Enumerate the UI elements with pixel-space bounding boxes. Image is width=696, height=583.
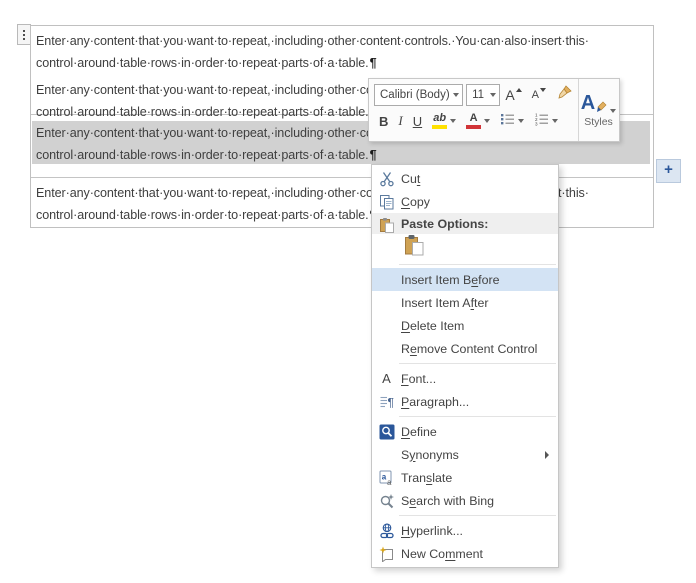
paragraph[interactable]: Enter·any·content·that·you·want·to·repea… <box>36 30 648 74</box>
menu-item-label: Remove Content Control <box>401 341 538 356</box>
menu-item-label: Hyperlink... <box>401 523 463 538</box>
menu-item-label: Synonyms <box>401 447 459 462</box>
context-menu: Cut Copy Paste Options: Insert Item Before I… <box>371 164 559 568</box>
paste-options-row <box>372 234 558 261</box>
menu-item-paragraph[interactable]: ¶ Paragraph... <box>372 390 558 413</box>
menu-item-label: New Comment <box>401 546 483 561</box>
menu-separator <box>399 515 556 516</box>
format-painter-button[interactable] <box>552 83 577 107</box>
paragraph-line: Enter·any·content·that·you·want·to·repea… <box>36 34 589 48</box>
bold-button[interactable]: B <box>375 109 392 133</box>
menu-item-remove-content-control[interactable]: Remove Content Control <box>372 337 558 360</box>
menu-item-insert-item-after[interactable]: Insert Item After <box>372 291 558 314</box>
menu-item-label: Delete Item <box>401 318 465 333</box>
menu-header-label: Paste Options: <box>401 216 489 231</box>
chevron-down-icon <box>518 119 525 123</box>
paste-keep-source-formatting-icon <box>404 234 425 261</box>
svg-text:a: a <box>387 478 392 486</box>
menu-separator <box>399 264 556 265</box>
bullet-list-icon <box>500 112 515 131</box>
menu-item-translate[interactable]: a a Translate <box>372 466 558 489</box>
font-size-value: 11 <box>472 89 485 101</box>
menu-separator <box>399 363 556 364</box>
format-painter-icon <box>556 84 573 106</box>
menu-item-label: Insert Item Before <box>401 272 500 287</box>
menu-item-label: Copy <box>401 194 430 209</box>
menu-item-label: Font... <box>401 371 437 386</box>
add-repeating-item-button[interactable]: + <box>656 159 681 183</box>
menu-item-label: Define <box>401 424 437 439</box>
pilcrow-mark: ¶ <box>369 56 377 70</box>
chevron-down-icon <box>453 93 460 97</box>
copy-icon <box>377 190 396 213</box>
menu-item-copy[interactable]: Copy <box>372 190 558 213</box>
define-icon <box>377 420 396 443</box>
hyperlink-icon <box>377 519 396 542</box>
pilcrow-mark: ¶ <box>369 148 377 162</box>
translate-icon: aa <box>377 466 396 489</box>
shrink-font-icon: A <box>531 89 539 101</box>
paragraph-line: control·around·table·rows·in·order·to·re… <box>36 148 377 162</box>
menu-item-cut[interactable]: Cut <box>372 167 558 190</box>
menu-item-font[interactable]: A Font... <box>372 367 558 390</box>
paragraph-line: control·around·table·rows·in·order·to·re… <box>36 56 377 70</box>
underline-button[interactable]: U <box>409 109 426 133</box>
content-control-handle[interactable] <box>17 24 31 45</box>
repeating-item-boundary <box>31 177 653 178</box>
paste-icon <box>377 213 396 236</box>
menu-item-delete-item[interactable]: Delete Item <box>372 314 558 337</box>
styles-button[interactable]: A Styles <box>578 79 618 141</box>
menu-item-insert-item-before[interactable]: Insert Item Before <box>372 268 558 291</box>
menu-item-search-with-bing[interactable]: Search with Bing <box>372 489 558 512</box>
shrink-font-button[interactable]: A <box>528 83 550 107</box>
font-color-button[interactable]: A <box>462 109 494 133</box>
menu-item-define[interactable]: Define <box>372 420 558 443</box>
highlighter-icon: ab <box>432 113 448 129</box>
text-highlight-color-button[interactable]: ab <box>428 109 460 133</box>
font-name-combobox[interactable]: Calibri (Body) <box>374 84 464 106</box>
chevron-down-icon <box>484 119 491 123</box>
svg-text:3: 3 <box>535 121 538 126</box>
chevron-down-icon <box>450 119 457 123</box>
menu-item-new-comment[interactable]: New Comment <box>372 542 558 565</box>
font-color-icon: A <box>466 113 482 129</box>
brush-icon <box>597 101 607 112</box>
menu-item-synonyms[interactable]: Synonyms <box>372 443 558 466</box>
scissors-icon <box>377 167 396 190</box>
italic-button[interactable]: I <box>394 109 406 133</box>
submenu-arrow-icon <box>545 450 549 459</box>
menu-item-hyperlink[interactable]: Hyperlink... <box>372 519 558 542</box>
font-size-combobox[interactable]: 11 <box>466 84 501 106</box>
mini-toolbar: Calibri (Body) 11 A A B I U ab A 1 2 3 A… <box>368 78 620 142</box>
menu-header-paste-options: Paste Options: <box>372 213 558 234</box>
font-name-value: Calibri (Body) <box>380 89 450 101</box>
menu-separator <box>399 416 556 417</box>
mini-toolbar-main: Calibri (Body) 11 A A B I U ab A 1 2 3 <box>369 79 578 141</box>
menu-item-label: Paragraph... <box>401 394 470 409</box>
menu-item-label: Search with Bing <box>401 493 494 508</box>
numbered-list-icon: 123 <box>534 112 549 131</box>
menu-item-label: Translate <box>401 470 453 485</box>
grow-font-icon: A <box>505 87 515 103</box>
font-icon: A <box>382 371 391 386</box>
grow-font-button[interactable]: A <box>501 83 525 107</box>
menu-item-label: Cut <box>401 171 421 186</box>
chevron-down-icon <box>490 93 497 97</box>
bullets-button[interactable] <box>496 109 528 133</box>
numbering-button[interactable]: 123 <box>530 109 562 133</box>
bing-search-icon <box>377 489 396 512</box>
new-comment-icon <box>377 542 396 565</box>
svg-text:¶: ¶ <box>387 395 393 409</box>
paragraph-icon: ¶ <box>377 390 396 413</box>
chevron-down-icon <box>552 119 559 123</box>
menu-item-label: Insert Item After <box>401 295 489 310</box>
styles-gallery-icon: A <box>580 91 596 114</box>
styles-label: Styles <box>584 115 613 128</box>
paste-option-button[interactable] <box>401 235 427 261</box>
chevron-down-icon <box>610 108 617 113</box>
